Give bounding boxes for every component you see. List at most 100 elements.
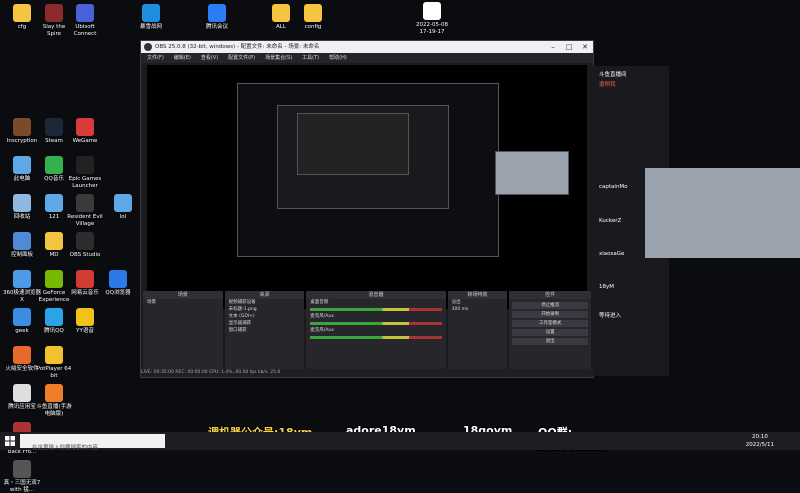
app-icon (45, 346, 63, 364)
duration-field[interactable]: 300 ms (448, 306, 508, 313)
app-icon (45, 270, 63, 288)
desktop-icon-label: QQ浏览器 (105, 290, 131, 296)
scenes-header: 场景 (143, 291, 223, 299)
volume-meter[interactable] (310, 308, 442, 311)
app-icon (13, 118, 31, 136)
app-icon (45, 194, 63, 212)
desktop-icon-label: YY语音 (76, 328, 94, 334)
close-button[interactable]: ✕ (577, 41, 593, 53)
app-icon (13, 346, 31, 364)
desktop-icon[interactable]: Epic Games Launcher (66, 156, 104, 189)
desktop-icon[interactable]: 斗鱼直播(手游电脑版) (35, 384, 73, 417)
desktop-icon-label: PotPlayer 64 bit (36, 366, 72, 379)
mixer-dock: 混音器 桌面音频 麦克风/Aux 麦克风/Aux (306, 291, 446, 375)
sources-dock: 来源 视频捕获设备 未标题-1.png 文本 (GDI+) 显示器捕获 窗口捕获 (224, 291, 305, 375)
app-icon (76, 4, 94, 22)
app-icon (76, 118, 94, 136)
taskbar-search[interactable]: 在这里输入你要搜索的内容 (20, 434, 165, 451)
minimize-button[interactable]: – (545, 41, 561, 53)
control-button[interactable]: 退出 (512, 338, 588, 345)
volume-meter[interactable] (310, 336, 442, 339)
app-icon (45, 384, 63, 402)
taskbar-clock[interactable]: 20:10 2022/5/11 (746, 433, 774, 449)
menu-item[interactable]: 配置文件(P) (228, 53, 255, 63)
desktop-icon[interactable]: config (294, 4, 332, 31)
menu-item[interactable]: 编辑(E) (174, 53, 191, 63)
app-icon (45, 118, 63, 136)
desktop-icon[interactable]: Resident Evil Village (66, 194, 104, 227)
menu-item[interactable]: 帮助(H) (329, 53, 347, 63)
chat-user-name: captainMo (599, 184, 628, 190)
desktop-icon-label: 斗鱼直播(手游电脑版) (36, 404, 72, 417)
obs-window[interactable]: OBS 25.0.8 (32-bit, windows) - 配置文件: 未命名… (140, 40, 594, 378)
menu-item[interactable]: 查看(V) (201, 53, 218, 63)
chat-user-name: xiaosaGe (599, 251, 625, 257)
menu-item[interactable]: 工具(T) (302, 53, 319, 63)
file-icon[interactable]: 2022-05-08 17-19-17 (412, 2, 452, 35)
taskbar: 在这里输入你要搜索的内容 20:10 2022/5/11 (0, 432, 800, 451)
control-button[interactable]: 设置 (512, 329, 588, 336)
obs-docks: 场景 场景 来源 视频捕获设备 未标题-1.png 文本 (GDI+) 显示器捕获 窗口… (143, 291, 591, 375)
control-button[interactable]: 开始录制 (512, 311, 588, 318)
app-icon (13, 156, 31, 174)
source-item[interactable]: 窗口捕获 (225, 327, 305, 334)
app-icon (45, 4, 63, 22)
desktop-icon[interactable]: lol (104, 194, 142, 221)
windows-start-icon[interactable] (5, 436, 15, 446)
obs-titlebar[interactable]: OBS 25.0.8 (32-bit, windows) - 配置文件: 未命名… (141, 41, 593, 53)
chat-user-name: 等待进入 (599, 313, 622, 319)
desktop-icon[interactable]: QQ浏览器 (99, 270, 137, 297)
app-icon (76, 156, 94, 174)
desktop-icon-label: OBS Studio (69, 252, 101, 258)
source-item[interactable]: 未标题-1.png (225, 306, 305, 313)
desktop: cfg Slay the Spire Ubisoft Connect 暴雪战网 腾讯会议… (0, 0, 800, 493)
app-icon (76, 232, 94, 250)
maximize-button[interactable]: □ (561, 41, 577, 53)
app-icon (13, 232, 31, 250)
desktop-icon-label: lol (119, 214, 127, 220)
app-icon (45, 308, 63, 326)
chat-top-label: 斗鱼直播间 (599, 72, 627, 78)
desktop-icon[interactable]: 暴雪战网 (132, 4, 170, 31)
source-item[interactable]: 文本 (GDI+) (225, 313, 305, 320)
chat-user-name: 18yM (599, 284, 614, 290)
desktop-icon[interactable]: OBS Studio (66, 232, 104, 259)
obs-logo-icon (144, 43, 152, 51)
desktop-icon[interactable]: 腾讯会议 (198, 4, 236, 31)
app-icon (76, 194, 94, 212)
app-icon (13, 4, 31, 22)
scene-item[interactable]: 场景 (143, 299, 223, 306)
desktop-icon-label: Ubisoft Connect (73, 24, 97, 37)
transition-select[interactable]: 淡出 (448, 299, 508, 306)
app-icon (114, 194, 132, 212)
mixer-channel-label: 麦克风/Aux (310, 328, 334, 333)
search-placeholder: 在这里输入你要搜索的内容 (32, 445, 99, 451)
file-label: 2022-05-08 17-19-17 (416, 22, 448, 35)
app-icon (13, 308, 31, 326)
mixer-header: 混音器 (306, 291, 446, 299)
app-icon (13, 460, 31, 478)
volume-meter[interactable] (310, 322, 442, 325)
desktop-icon-label: Epic Games Launcher (68, 176, 102, 189)
menu-item[interactable]: 场景集合(S) (265, 53, 292, 63)
desktop-icon[interactable]: WeGame (66, 118, 104, 145)
webcam-overlay (645, 168, 800, 258)
desktop-icon-label: config (304, 24, 322, 30)
desktop-icon[interactable]: Ubisoft Connect (66, 4, 104, 37)
app-icon (13, 384, 31, 402)
control-button[interactable]: 工作室模式 (512, 320, 588, 327)
desktop-icon-label: WeGame (72, 138, 98, 144)
menu-item[interactable]: 文件(F) (147, 53, 164, 63)
desktop-icon-label: 暴雪战网 (139, 24, 162, 30)
app-icon (76, 308, 94, 326)
desktop-icon[interactable]: YY语音 (66, 308, 104, 335)
clock-time: 20:10 (751, 434, 768, 440)
source-item[interactable]: 显示器捕获 (225, 320, 305, 327)
desktop-icon[interactable]: 真・三国无双7 with 猛... (3, 460, 41, 493)
desktop-icon[interactable]: PotPlayer 64 bit (35, 346, 73, 379)
app-icon (45, 156, 63, 174)
transitions-header: 转场特效 (447, 291, 508, 299)
obs-preview[interactable] (147, 65, 587, 309)
control-button[interactable]: 停止推流 (512, 302, 588, 309)
source-item[interactable]: 视频捕获设备 (225, 299, 305, 306)
